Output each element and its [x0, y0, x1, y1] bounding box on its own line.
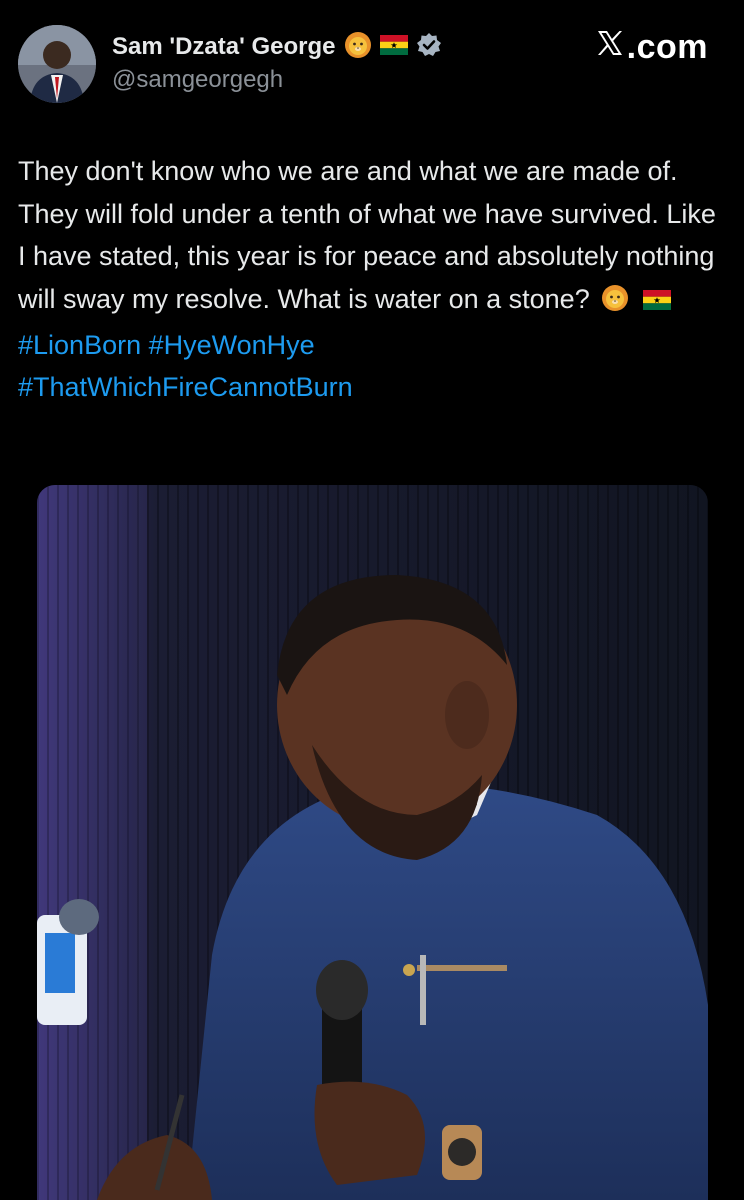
hashtag-link[interactable]: #LionBorn — [18, 330, 141, 360]
lion-face-emoji — [344, 31, 372, 64]
ghana-flag-emoji — [642, 280, 671, 323]
hashtag-line-1: #LionBorn #HyeWonHye — [18, 324, 728, 366]
hashtag-line-2: #ThatWhichFireCannotBurn — [18, 366, 728, 408]
lion-face-emoji — [601, 282, 629, 325]
tweet-header: Sam 'Dzata' George @samgeorgegh .com — [0, 0, 744, 120]
author-name-row: Sam 'Dzata' George — [112, 30, 442, 64]
tweet-text: They don't know who we are and what we a… — [18, 150, 728, 408]
tweet-photo[interactable] — [37, 485, 708, 1200]
verified-badge-icon — [416, 32, 442, 63]
x-logo-icon — [595, 28, 625, 67]
ghana-flag-emoji — [379, 34, 408, 60]
avatar[interactable] — [18, 25, 96, 103]
site-watermark: .com — [595, 28, 708, 67]
hashtag-link[interactable]: #HyeWonHye — [149, 330, 315, 360]
author-name[interactable]: Sam 'Dzata' George — [112, 33, 336, 61]
hashtag-link[interactable]: #ThatWhichFireCannotBurn — [18, 372, 353, 402]
site-label: .com — [626, 28, 708, 66]
author-handle[interactable]: @samgeorgegh — [112, 66, 283, 94]
